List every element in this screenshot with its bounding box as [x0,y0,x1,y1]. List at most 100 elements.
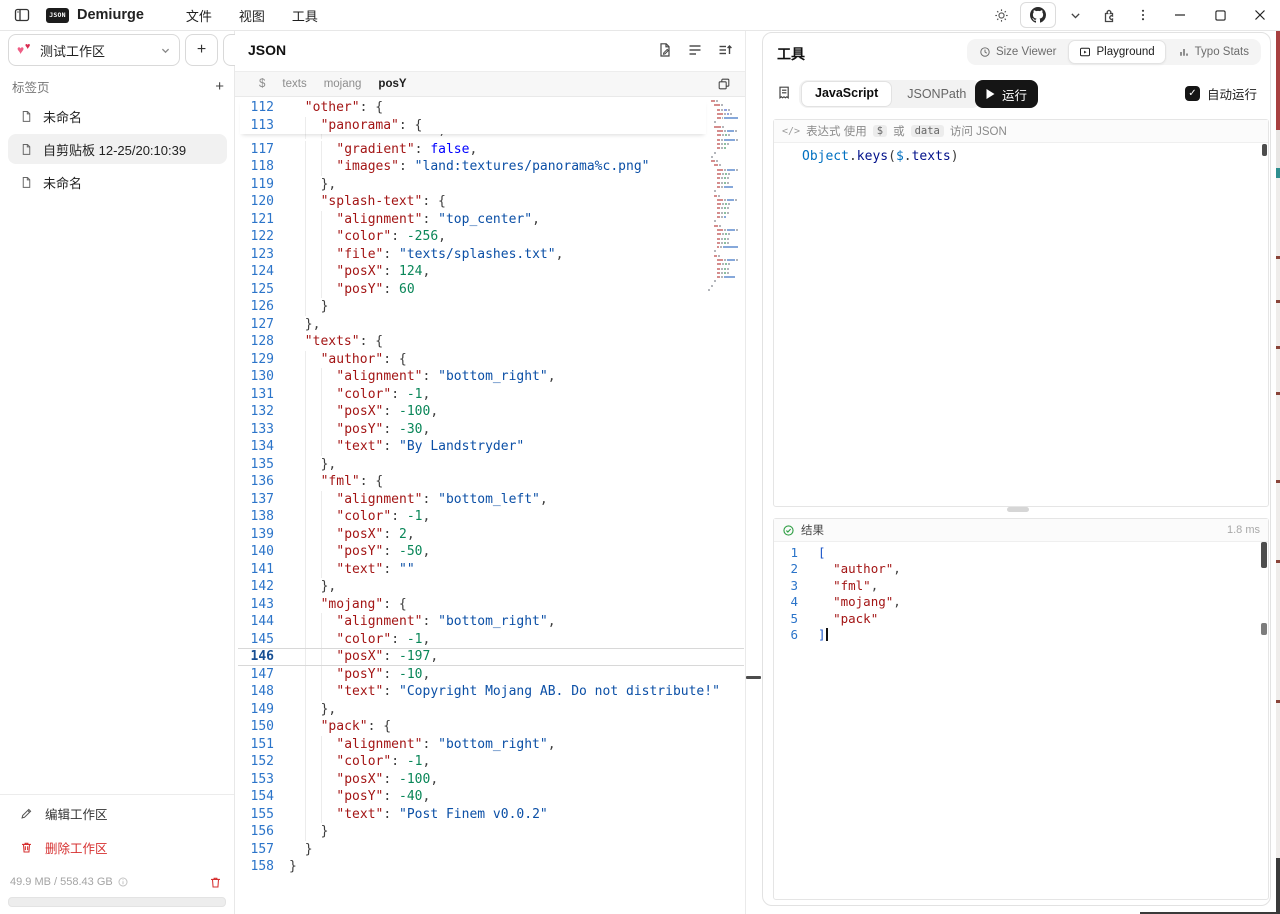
theme-brightness-icon[interactable] [984,3,1018,27]
window-maximize-button[interactable] [1200,1,1240,29]
workspace-selector[interactable]: ♥♥ 测试工作区 [8,34,180,66]
tab-jsonpath[interactable]: JSONPath [894,82,979,106]
clear-storage-trash-icon[interactable] [209,876,222,889]
github-button[interactable] [1020,2,1056,28]
code-line-123[interactable]: 123 "file": "texts/splashes.txt", [240,246,706,264]
copy-path-icon[interactable] [717,77,731,91]
tab-javascript[interactable]: JavaScript [801,81,892,107]
code-line-120[interactable]: 120 "splash-text": { [240,193,706,211]
expression-input[interactable]: Object.keys($.texts) [802,148,959,165]
edit-workspace-button[interactable]: 编辑工作区 [0,797,234,829]
menu-item[interactable]: 视图 [239,6,265,25]
workspace-hearts-icon: ♥♥ [17,43,33,57]
window-close-button[interactable] [1240,1,1280,29]
code-line-138[interactable]: 138 "color": -1, [240,508,706,526]
result-scrollbar-mark [1261,623,1267,635]
code-line-145[interactable]: 145 "color": -1, [240,631,706,649]
hint-text: 访问 JSON [950,123,1007,139]
code-line-131[interactable]: 131 "color": -1, [240,386,706,404]
code-line-116[interactable]: 116 "fade": false, [240,134,706,139]
code-line-144[interactable]: 144 "alignment": "bottom_right", [240,613,706,631]
code-line-125[interactable]: 125 "posY": 60 [240,281,706,299]
code-line-122[interactable]: 122 "color": -256, [240,228,706,246]
code-line-152[interactable]: 152 "color": -1, [240,753,706,771]
code-line-158[interactable]: 158 } [240,858,706,876]
tab-size-viewer[interactable]: Size Viewer [969,41,1067,63]
expression-result-divider[interactable] [1007,507,1029,512]
run-button[interactable]: 运行 [975,80,1038,108]
code-line-130[interactable]: 130 "alignment": "bottom_right", [240,368,706,386]
format-document-icon[interactable] [687,42,703,58]
result-scrollbar[interactable] [1261,542,1267,568]
code-line-112[interactable]: 112 "other": { [240,99,706,117]
edit-file-icon[interactable] [657,42,673,58]
code-line-156[interactable]: 156 } [240,823,706,841]
code-line-117[interactable]: 117 "gradient": false, [240,141,706,159]
tab-playground[interactable]: Playground [1068,40,1165,64]
extensions-puzzle-icon[interactable] [1092,3,1126,27]
code-line-135[interactable]: 135 }, [240,456,706,474]
code-line-136[interactable]: 136 "fml": { [240,473,706,491]
autorun-checkbox[interactable]: ✓ [1185,86,1200,101]
code-line-127[interactable]: 127 }, [240,316,706,334]
code-line-119[interactable]: 119 }, [240,176,706,194]
window-minimize-button[interactable] [1160,1,1200,29]
code-line-129[interactable]: 129 "author": { [240,351,706,369]
editor-minimap[interactable] [708,100,738,293]
code-line-141[interactable]: 141 "text": "" [240,561,706,579]
breadcrumb-item[interactable]: $ [259,78,265,90]
code-line-121[interactable]: 121 "alignment": "top_center", [240,211,706,229]
result-output-editor[interactable]: 1 [ 2 "author", 3 "fml", 4 "mojang", 5 "… [774,545,1268,643]
sidebar-toggle-icon[interactable] [14,7,30,23]
code-line-157[interactable]: 157 } [240,841,706,859]
list-item[interactable]: 未命名 [8,169,227,195]
breadcrumb-item[interactable]: texts [282,78,306,90]
code-line-140[interactable]: 140 "posY": -50, [240,543,706,561]
code-line-133[interactable]: 133 "posY": -30, [240,421,706,439]
menu-item[interactable]: 工具 [292,6,318,25]
add-workspace-button[interactable]: + [185,34,218,66]
breadcrumb-item[interactable]: posY [378,78,406,90]
kebab-menu-icon[interactable] [1126,3,1160,27]
code-line-147[interactable]: 147 "posY": -10, [240,666,706,684]
code-line-148[interactable]: 148 "text": "Copyright Mojang AB. Do not… [240,683,706,701]
code-line-142[interactable]: 142 }, [240,578,706,596]
code-line-132[interactable]: 132 "posX": -100, [240,403,706,421]
code-line-153[interactable]: 153 "posX": -100, [240,771,706,789]
tools-panel: 工具 Size Viewer Playground Typo Stats Jav… [762,32,1271,906]
code-line-118[interactable]: 118 "images": "land:textures/panorama%c.… [240,158,706,176]
code-line-143[interactable]: 143 "mojang": { [240,596,706,614]
code-line-151[interactable]: 151 "alignment": "bottom_right", [240,736,706,754]
tab-typo-stats[interactable]: Typo Stats [1168,41,1259,63]
code-line-134[interactable]: 134 "text": "By Landstryder" [240,438,706,456]
tools-panel-title: 工具 [777,44,805,64]
menu-item[interactable]: 文件 [186,6,212,25]
code-line-146[interactable]: 146 "posX": -197, [240,648,706,666]
code-line-126[interactable]: 126 } [240,298,706,316]
code-line-150[interactable]: 150 "pack": { [240,718,706,736]
autorun-toggle[interactable]: ✓ 自动运行 [1185,84,1257,103]
breadcrumb: $ texts mojang posY [235,71,745,97]
list-item[interactable]: 自剪贴板 12-25/20:10:39 [8,134,227,164]
json-code-editor[interactable]: 117 "gradient": false, 118 "images": "la… [240,141,706,876]
data-chip: data [911,125,944,137]
code-line-154[interactable]: 154 "posY": -40, [240,788,706,806]
edit-workspace-label: 编辑工作区 [45,804,108,823]
code-line-113[interactable]: 113 "panorama": { [240,117,706,135]
info-icon [117,876,129,888]
expression-scrollbar[interactable] [1262,144,1267,156]
panel-resize-handle[interactable] [746,676,761,679]
code-line-137[interactable]: 137 "alignment": "bottom_left", [240,491,706,509]
list-item[interactable]: 未命名 [8,103,227,129]
code-line-155[interactable]: 155 "text": "Post Finem v0.0.2" [240,806,706,824]
code-line-124[interactable]: 124 "posX": 124, [240,263,706,281]
storage-usage: 49.9 MB / 558.43 GB [10,876,113,888]
chevron-down-icon[interactable] [1058,3,1092,27]
code-line-139[interactable]: 139 "posX": 2, [240,526,706,544]
code-line-149[interactable]: 149 }, [240,701,706,719]
breadcrumb-item[interactable]: mojang [324,78,362,90]
code-line-128[interactable]: 128 "texts": { [240,333,706,351]
delete-workspace-button[interactable]: 删除工作区 [0,831,234,863]
sort-keys-icon[interactable] [717,42,733,58]
add-tab-button[interactable]: + [215,78,224,95]
